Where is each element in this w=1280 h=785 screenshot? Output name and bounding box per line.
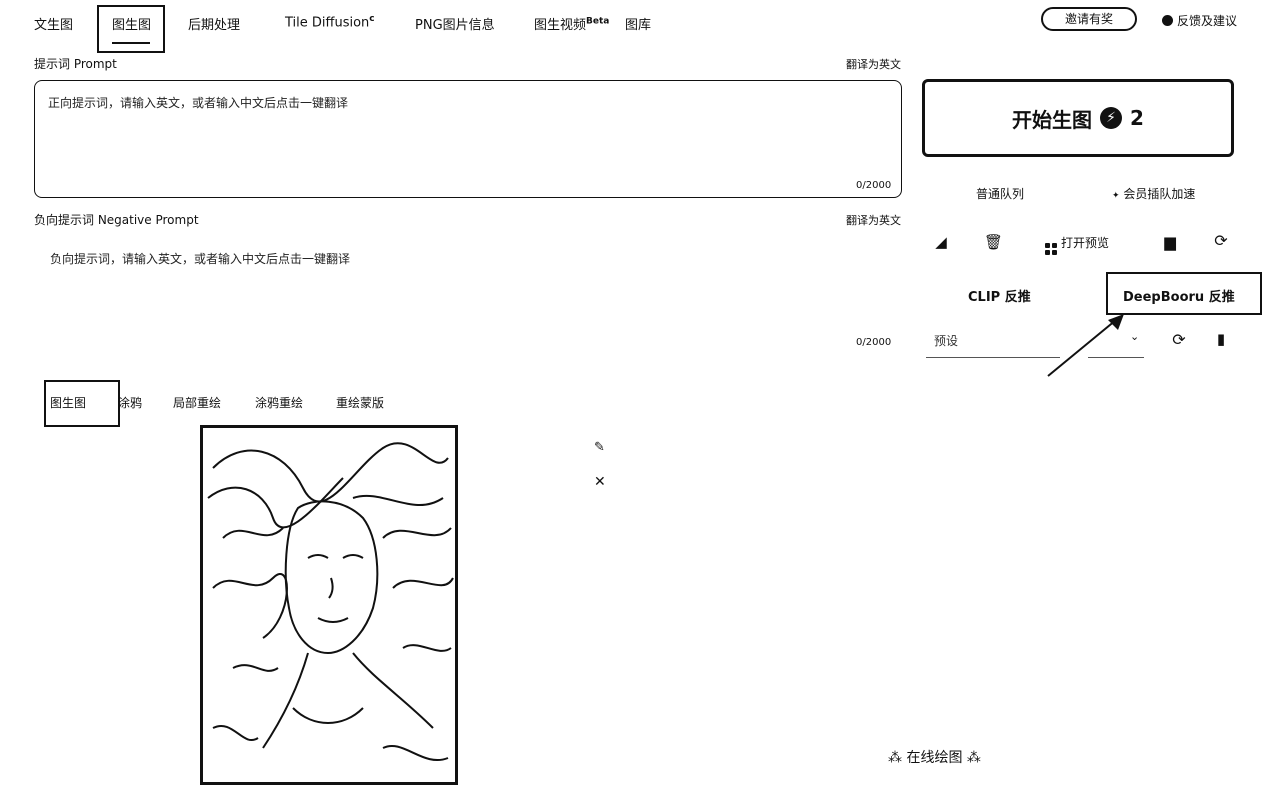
beta-badge: Beta <box>586 16 610 27</box>
open-preview-button[interactable]: 打开预览 <box>1045 234 1109 255</box>
tab-tile-diffusion-sup: c <box>369 14 375 24</box>
brush-icon[interactable]: ◢ <box>932 234 950 250</box>
tab-png-info[interactable]: PNG图片信息 <box>415 14 495 33</box>
tab-gallery[interactable]: 图库 <box>625 14 651 33</box>
pencil-icon[interactable]: ✎ <box>594 440 605 455</box>
trash-icon[interactable]: 🗑 <box>984 234 1003 250</box>
close-icon[interactable]: ✕ <box>594 474 606 490</box>
preset-select[interactable]: 预设 <box>934 332 958 349</box>
tab-image-to-video[interactable]: 图生视频Beta <box>534 14 609 33</box>
feedback-label: 反馈及建议 <box>1177 14 1238 28</box>
queue-normal-option[interactable]: 普通队列 <box>976 185 1024 202</box>
portrait-sketch <box>207 442 454 761</box>
online-drawing-label: ⁂ 在线绘图 ⁂ <box>888 747 981 767</box>
negative-placeholder: 负向提示词，请输入英文，或者输入中文后点击一键翻译 <box>50 252 351 266</box>
sparkle-icon: ✦ <box>1112 191 1120 201</box>
negative-counter: 0/2000 <box>856 337 892 348</box>
tab-post-processing[interactable]: 后期处理 <box>188 14 240 33</box>
active-tab-underline <box>112 42 150 44</box>
clip-interrogate-button[interactable]: CLIP 反推 <box>968 286 1031 305</box>
refresh-icon[interactable]: ⟳ <box>1212 233 1230 249</box>
subtab-sketch[interactable]: 涂鸦 <box>118 394 142 411</box>
invite-pill-button[interactable]: 邀请有奖 <box>1041 7 1137 31</box>
queue-vip-label: 会员插队加速 <box>1123 187 1196 201</box>
bolt-icon: ⚡ <box>1100 107 1123 129</box>
feedback-link[interactable]: 反馈及建议 <box>1162 12 1237 29</box>
subtab-inpaint-mask[interactable]: 重绘蒙版 <box>336 394 384 411</box>
refresh-presets-icon[interactable]: ⟳ <box>1170 332 1188 348</box>
tab-tile-diffusion[interactable]: Tile Diffusionc <box>285 14 375 30</box>
generate-cost: 2 <box>1130 106 1144 130</box>
generate-button[interactable]: 开始生图 ⚡ 2 <box>922 79 1234 157</box>
online-drawing-text: 在线绘图 <box>906 750 963 766</box>
folder-icon[interactable]: ▆ <box>1161 234 1179 250</box>
sparkle-right-icon: ⁂ <box>966 750 981 766</box>
negative-translate-button[interactable]: 翻译为英文 <box>846 212 901 228</box>
uploaded-image[interactable] <box>200 425 458 785</box>
sparkle-left-icon: ⁂ <box>888 750 902 766</box>
tab-text-to-image[interactable]: 文生图 <box>34 14 73 33</box>
preset-underline-2 <box>1088 357 1144 358</box>
queue-vip-option[interactable]: ✦ 会员插队加速 <box>1112 185 1195 202</box>
subtab-inpaint-sketch[interactable]: 涂鸦重绘 <box>255 394 303 411</box>
deepbooru-interrogate-button[interactable]: DeepBooru 反推 <box>1123 286 1235 305</box>
prompt-label: 提示词 Prompt <box>34 57 117 71</box>
grid-icon <box>1045 243 1057 255</box>
prompt-translate-button[interactable]: 翻译为英文 <box>846 56 901 72</box>
file-icon[interactable]: ▮ <box>1212 331 1230 347</box>
chat-icon <box>1162 15 1173 26</box>
tab-image-to-video-label: 图生视频 <box>534 18 587 33</box>
generate-label: 开始生图 <box>1012 107 1093 132</box>
prompt-placeholder: 正向提示词，请输入英文，或者输入中文后点击一键翻译 <box>48 96 349 110</box>
tab-highlight-box <box>97 5 165 53</box>
chevron-down-icon[interactable]: ⌄ <box>1130 330 1139 343</box>
subtab-img2img[interactable]: 图生图 <box>50 394 86 411</box>
subtab-inpaint[interactable]: 局部重绘 <box>173 394 221 411</box>
open-preview-label: 打开预览 <box>1061 236 1110 250</box>
annotation-arrow <box>1047 314 1124 377</box>
tab-tile-diffusion-label: Tile Diffusion <box>285 15 370 31</box>
prompt-counter: 0/2000 <box>856 180 892 191</box>
negative-prompt-label: 负向提示词 Negative Prompt <box>34 213 199 227</box>
preset-underline <box>926 357 1060 358</box>
